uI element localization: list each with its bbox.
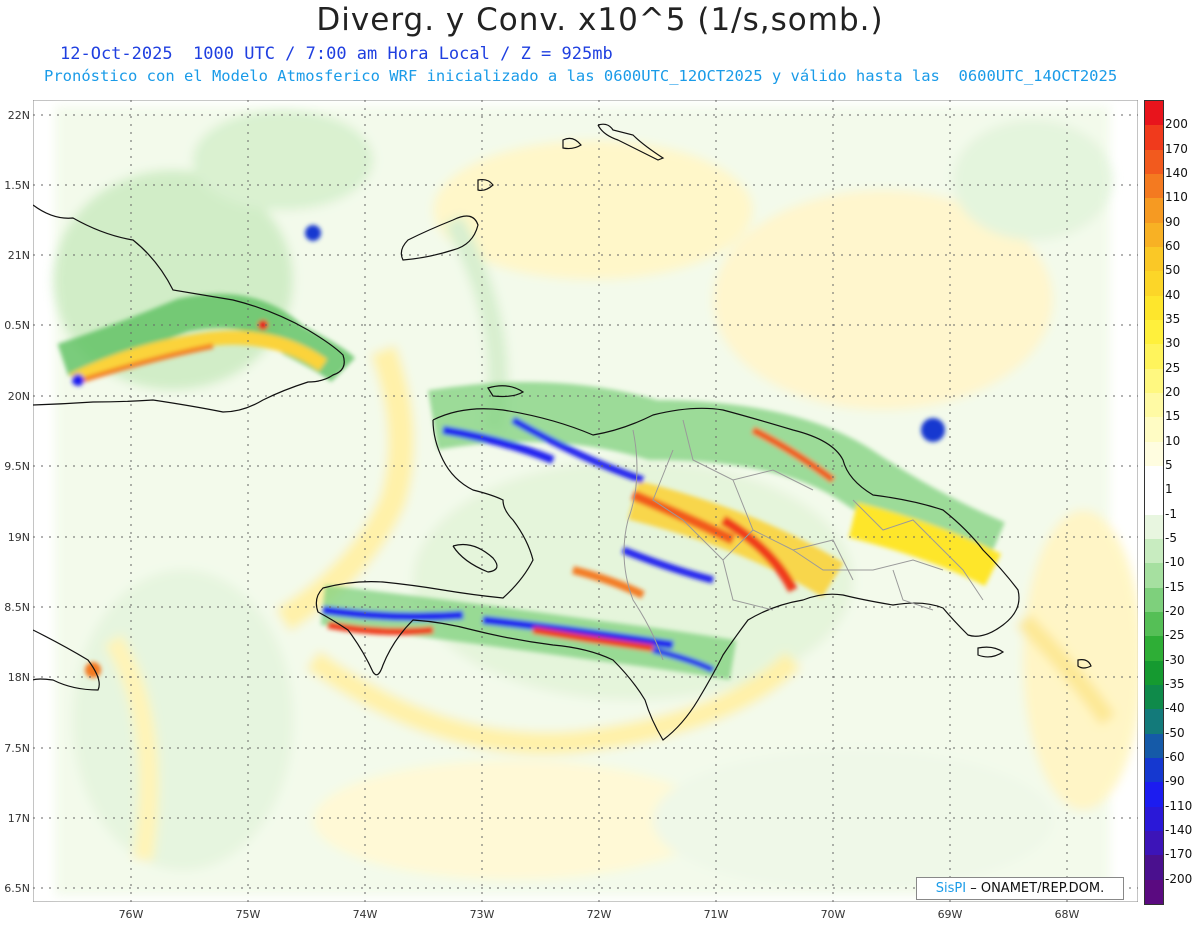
colorbar-label: 40 xyxy=(1165,287,1181,302)
colorbar-swatch xyxy=(1145,271,1163,297)
colorbar-label: 90 xyxy=(1165,214,1181,229)
lat-label: 20N xyxy=(7,390,30,403)
colorbar-label: 170 xyxy=(1165,141,1188,156)
colorbar-swatch xyxy=(1145,782,1163,808)
colorbar-label: -200 xyxy=(1165,871,1193,886)
lon-label: 73W xyxy=(469,908,495,921)
lon-label: 68W xyxy=(1054,908,1080,921)
credit-brand: SisPI xyxy=(935,881,967,896)
colorbar-label: -15 xyxy=(1165,579,1185,594)
lat-label: 18N xyxy=(7,671,30,684)
lat-label: 21N xyxy=(7,249,30,262)
colorbar-label: -20 xyxy=(1165,604,1185,618)
colorbar-label: -140 xyxy=(1165,823,1193,837)
colorbar-label: 25 xyxy=(1165,360,1181,375)
colorbar-swatch xyxy=(1145,733,1163,759)
lon-label: 74W xyxy=(352,908,378,921)
colorbar-label: 35 xyxy=(1165,312,1181,326)
colorbar-swatch xyxy=(1145,198,1163,224)
colorbar-swatch xyxy=(1145,563,1163,589)
colorbar xyxy=(1144,100,1164,905)
colorbar-swatch xyxy=(1145,247,1163,272)
colorbar-label: -110 xyxy=(1165,798,1193,813)
colorbar-label: -5 xyxy=(1165,531,1177,545)
colorbar-swatch xyxy=(1145,709,1163,735)
forecast-time-line: 12-Oct-2025 1000 UTC / 7:00 am Hora Loca… xyxy=(60,44,613,64)
lat-label: 1.5N xyxy=(4,179,30,192)
colorbar-swatch xyxy=(1145,149,1163,175)
colorbar-swatch xyxy=(1145,612,1163,637)
colorbar-label: 10 xyxy=(1165,433,1181,448)
colorbar-swatch xyxy=(1145,393,1163,418)
colorbar-swatch xyxy=(1145,490,1163,516)
lat-label: 22N xyxy=(7,109,30,122)
colorbar-swatch xyxy=(1145,368,1163,394)
colorbar-label: -30 xyxy=(1165,652,1185,667)
colorbar-label: 1 xyxy=(1165,482,1173,497)
lat-label: 8.5N xyxy=(4,601,30,614)
colorbar-label: 200 xyxy=(1165,117,1188,132)
colorbar-label: 20 xyxy=(1165,385,1181,399)
lon-label: 71W xyxy=(703,908,729,921)
lat-label: 19N xyxy=(7,531,30,544)
lon-label: 69W xyxy=(937,908,963,921)
colorbar-label: -90 xyxy=(1165,774,1185,789)
colorbar-label: 5 xyxy=(1165,458,1173,472)
colorbar-swatch xyxy=(1145,879,1163,905)
colorbar-swatch xyxy=(1145,831,1163,856)
colorbar-swatch xyxy=(1145,222,1163,248)
credit-dash: – xyxy=(970,881,977,896)
lat-label: 7.5N xyxy=(4,742,30,755)
colorbar-label: -25 xyxy=(1165,628,1185,643)
map-title: Diverg. y Conv. x10^5 (1/s,somb.) xyxy=(316,2,884,38)
colorbar-swatch xyxy=(1145,441,1163,467)
colorbar-label: -170 xyxy=(1165,847,1193,862)
colorbar-swatch xyxy=(1145,344,1163,370)
credit-org: ONAMET/REP.DOM. xyxy=(980,881,1105,896)
colorbar-label: -50 xyxy=(1165,725,1185,740)
credit-box: SisPI – ONAMET/REP.DOM. xyxy=(916,877,1124,900)
lon-label: 76W xyxy=(118,908,144,921)
lat-label: 0.5N xyxy=(4,319,30,332)
colorbar-label: -35 xyxy=(1165,677,1185,691)
colorbar-label: 50 xyxy=(1165,263,1181,278)
colorbar-swatch xyxy=(1145,320,1163,345)
colorbar-swatch xyxy=(1145,660,1163,686)
colorbar-label: -10 xyxy=(1165,555,1185,570)
colorbar-swatch xyxy=(1145,101,1163,126)
field-background xyxy=(53,106,1138,896)
colorbar-swatch xyxy=(1145,466,1163,491)
colorbar-label: 60 xyxy=(1165,239,1181,253)
colorbar-swatch xyxy=(1145,514,1163,540)
colorbar-label: 30 xyxy=(1165,336,1181,351)
colorbar-swatch xyxy=(1145,806,1163,832)
lat-label: 17N xyxy=(7,812,30,825)
lat-label: 6.5N xyxy=(4,882,30,895)
colorbar-swatch xyxy=(1145,174,1163,199)
colorbar-label: -60 xyxy=(1165,750,1185,764)
colorbar-swatch xyxy=(1145,758,1163,783)
model-info-line: Pronóstico con el Modelo Atmosferico WRF… xyxy=(44,67,1118,85)
colorbar-swatch xyxy=(1145,685,1163,710)
colorbar-label: 15 xyxy=(1165,409,1181,424)
colorbar-swatch xyxy=(1145,295,1163,321)
lon-label: 70W xyxy=(820,908,846,921)
colorbar-swatch xyxy=(1145,636,1163,662)
colorbar-label: 110 xyxy=(1165,190,1188,205)
colorbar-label: -40 xyxy=(1165,701,1185,716)
lat-label: 9.5N xyxy=(4,460,30,473)
colorbar-swatch xyxy=(1145,125,1163,151)
divergence-map xyxy=(33,100,1138,902)
lon-label: 75W xyxy=(235,908,261,921)
colorbar-swatch xyxy=(1145,587,1163,613)
colorbar-swatch xyxy=(1145,855,1163,881)
colorbar-label: -1 xyxy=(1165,506,1177,521)
colorbar-label: 140 xyxy=(1165,166,1188,180)
lon-label: 72W xyxy=(586,908,612,921)
colorbar-swatch xyxy=(1145,539,1163,564)
colorbar-swatch xyxy=(1145,417,1163,443)
